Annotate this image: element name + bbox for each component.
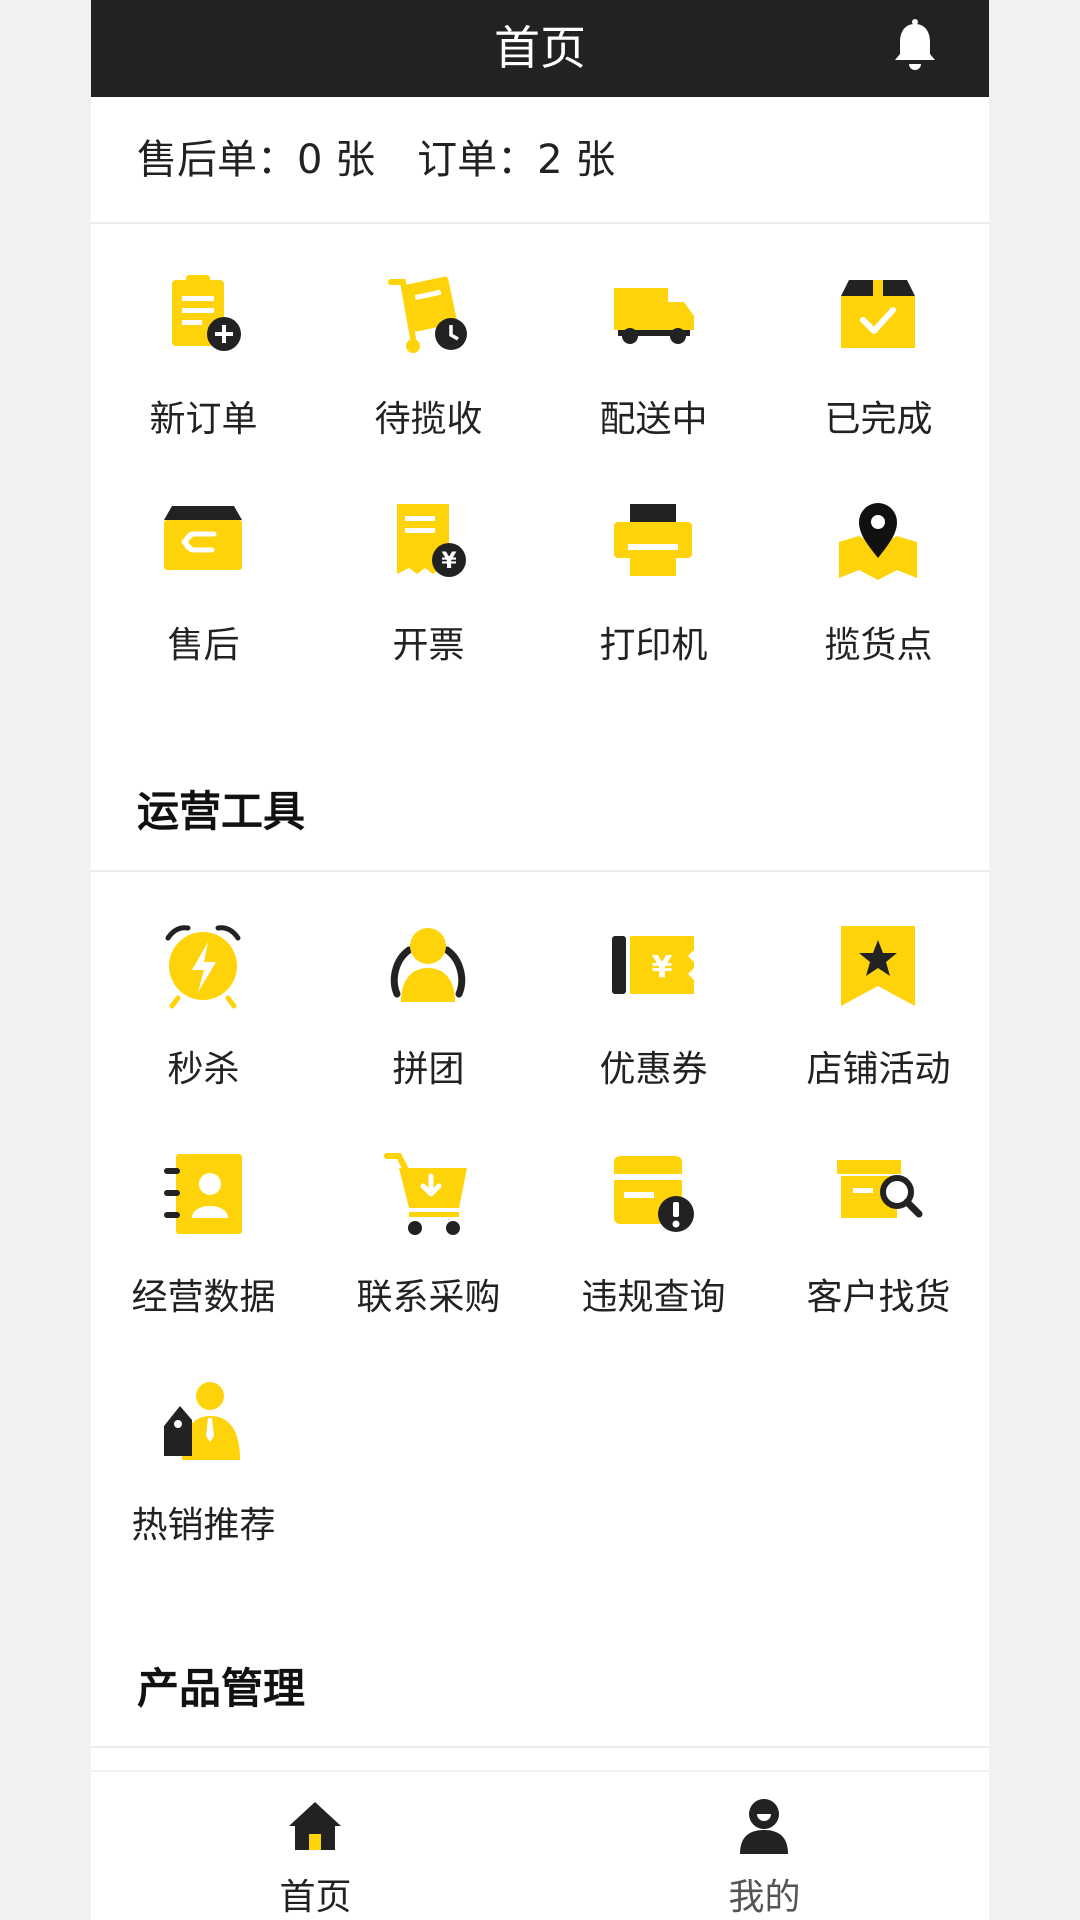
orders-count: 2 张 <box>537 137 616 183</box>
purchase-cart-icon <box>383 1148 473 1238</box>
tile-label: 秒杀 <box>167 1049 240 1090</box>
tile-completed[interactable]: 已完成 <box>766 270 989 475</box>
top-bar: 首页 <box>91 0 989 97</box>
tile-new-order[interactable]: 新订单 <box>91 270 316 475</box>
tile-label: 违规查询 <box>581 1277 726 1318</box>
tile-printer[interactable]: 打印机 <box>541 496 766 701</box>
new-order-icon <box>158 270 248 360</box>
group-buy-icon <box>383 920 473 1010</box>
tile-pending-pickup[interactable]: 待揽收 <box>316 270 541 475</box>
after-sales-box-icon <box>158 496 248 586</box>
tile-label: 拼团 <box>392 1049 465 1090</box>
invoice-icon: ¥ <box>383 496 473 586</box>
bell-icon[interactable] <box>885 16 945 76</box>
tile-label: 客户找货 <box>806 1277 951 1318</box>
pickup-location-icon <box>833 496 923 586</box>
section-title-operations: 运营工具 <box>137 787 306 836</box>
operations-divider <box>91 870 989 872</box>
orders-label: 订单： <box>417 137 538 183</box>
store-activity-icon <box>833 920 923 1010</box>
svg-text:¥: ¥ <box>652 950 673 985</box>
tile-business-data[interactable]: 经营数据 <box>91 1148 316 1353</box>
tab-label: 我的 <box>728 1877 801 1918</box>
after-sales-count: 0 张 <box>297 137 376 183</box>
tile-label: 经营数据 <box>131 1277 276 1318</box>
tile-delivering[interactable]: 配送中 <box>541 270 766 475</box>
order-summary: 售后单：0 张订单：2 张 <box>137 130 615 190</box>
pending-pickup-icon <box>383 270 473 360</box>
after-sales-label: 售后单： <box>137 137 297 183</box>
violation-query-icon <box>608 1148 698 1238</box>
tile-after-sales[interactable]: 售后 <box>91 496 316 701</box>
tile-coupon[interactable]: ¥ 优惠券 <box>541 920 766 1125</box>
tile-store-activity[interactable]: 店铺活动 <box>766 920 989 1125</box>
page-title: 首页 <box>494 21 586 75</box>
tile-customer-search[interactable]: 客户找货 <box>766 1148 989 1353</box>
summary-divider <box>91 222 989 224</box>
tile-hot-sale-recommend[interactable]: 热销推荐 <box>91 1376 316 1581</box>
tab-home[interactable]: 首页 <box>91 1772 540 1920</box>
tile-label: 售后 <box>167 625 240 666</box>
tile-label: 揽货点 <box>824 625 933 666</box>
tab-label: 首页 <box>279 1877 352 1918</box>
business-data-icon <box>158 1148 248 1238</box>
coupon-icon: ¥ <box>608 920 698 1010</box>
hot-sale-recommend-icon <box>158 1376 248 1466</box>
tile-label: 新订单 <box>149 399 258 440</box>
tile-violation-query[interactable]: 违规查询 <box>541 1148 766 1353</box>
tile-label: 热销推荐 <box>131 1505 276 1546</box>
section-title-products: 产品管理 <box>137 1664 306 1713</box>
tile-label: 待揽收 <box>374 399 483 440</box>
app-screen: 首页 售后单：0 张订单：2 张 新订单 待揽收 配送中 已完成 售后 ¥ 开票… <box>91 0 989 1920</box>
tile-label: 店铺活动 <box>806 1049 951 1090</box>
tile-group-buy[interactable]: 拼团 <box>316 920 541 1125</box>
tile-contact-purchase[interactable]: 联系采购 <box>316 1148 541 1353</box>
bottom-tab-bar: 首页 我的 <box>91 1770 989 1920</box>
tab-profile[interactable]: 我的 <box>540 1772 989 1920</box>
tile-flash-sale[interactable]: 秒杀 <box>91 920 316 1125</box>
home-icon <box>285 1796 345 1856</box>
completed-box-icon <box>833 270 923 360</box>
products-divider <box>91 1746 989 1748</box>
tile-pickup-point[interactable]: 揽货点 <box>766 496 989 701</box>
tile-label: 开票 <box>392 625 465 666</box>
tile-invoice[interactable]: ¥ 开票 <box>316 496 541 701</box>
tile-label: 打印机 <box>599 625 708 666</box>
tile-label: 联系采购 <box>356 1277 501 1318</box>
flash-sale-clock-icon <box>158 920 248 1010</box>
profile-icon <box>734 1796 794 1856</box>
tile-label: 配送中 <box>599 399 708 440</box>
delivery-truck-icon <box>608 270 698 360</box>
svg-text:¥: ¥ <box>441 549 457 574</box>
customer-search-icon <box>833 1148 923 1238</box>
tile-label: 优惠券 <box>599 1049 708 1090</box>
printer-icon <box>608 496 698 586</box>
tile-label: 已完成 <box>824 399 933 440</box>
